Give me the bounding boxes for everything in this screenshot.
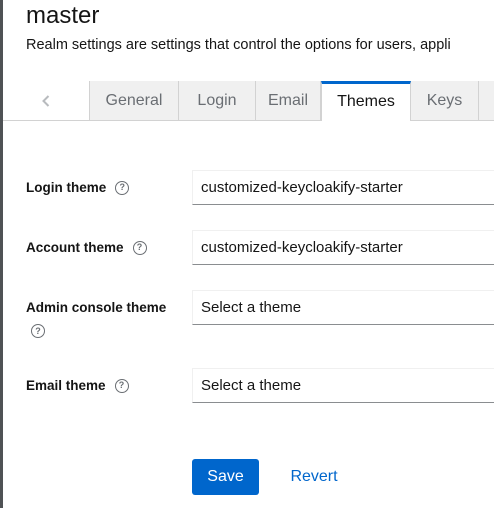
tab-next-partial[interactable] xyxy=(479,81,494,120)
tab-keys[interactable]: Keys xyxy=(411,81,479,120)
help-icon[interactable]: ? xyxy=(114,378,129,393)
page-description: Realm settings are settings that control… xyxy=(26,37,451,53)
account-theme-label: Account theme ? xyxy=(26,240,147,255)
help-icon[interactable]: ? xyxy=(132,240,147,255)
account-theme-label-text: Account theme xyxy=(26,240,124,255)
login-theme-select[interactable]: customized-keycloakify-starter xyxy=(192,170,494,205)
email-theme-select[interactable]: Select a theme xyxy=(192,368,494,403)
page-title: master xyxy=(26,2,100,29)
tab-email[interactable]: Email xyxy=(256,81,321,120)
tabs-scroll-left-button[interactable] xyxy=(3,81,90,120)
save-button[interactable]: Save xyxy=(192,459,259,495)
tab-general[interactable]: General xyxy=(90,81,179,120)
revert-button[interactable]: Revert xyxy=(280,459,348,495)
login-theme-label-text: Login theme xyxy=(26,180,107,195)
realm-settings-tabs: General Login Email Themes Keys xyxy=(3,81,494,121)
email-theme-label-text: Email theme xyxy=(26,378,106,393)
account-theme-select[interactable]: customized-keycloakify-starter xyxy=(192,230,494,265)
tab-themes[interactable]: Themes xyxy=(321,81,411,121)
chevron-left-icon xyxy=(42,94,50,107)
tab-login[interactable]: Login xyxy=(179,81,256,120)
help-icon[interactable]: ? xyxy=(31,324,45,338)
admin-console-theme-label: Admin console theme xyxy=(26,300,166,315)
help-icon[interactable]: ? xyxy=(115,180,130,195)
login-theme-label: Login theme ? xyxy=(26,180,130,195)
admin-console-theme-select[interactable]: Select a theme xyxy=(192,290,494,325)
sidebar-edge xyxy=(0,0,3,508)
email-theme-label: Email theme ? xyxy=(26,378,129,393)
admin-console-theme-label-text: Admin console theme xyxy=(26,300,167,315)
